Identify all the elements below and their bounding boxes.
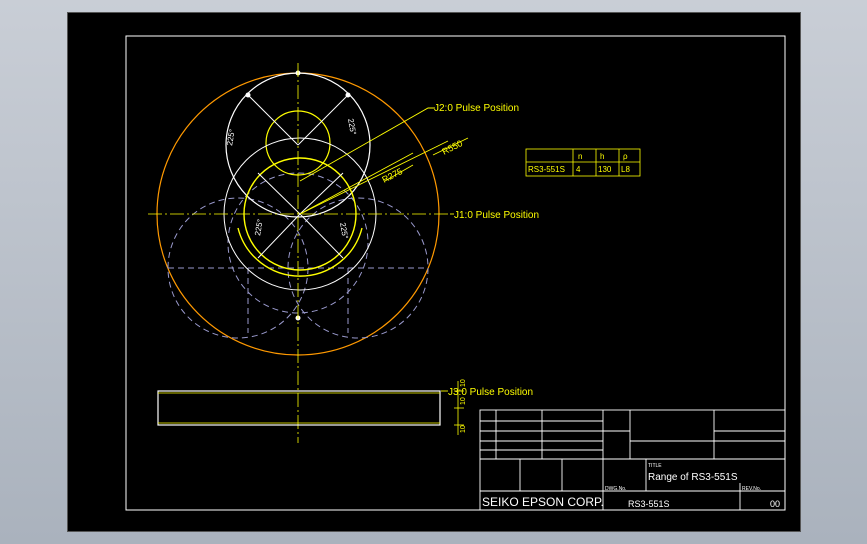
drawing-number: RS3-551S: [628, 499, 670, 509]
r550-label: R550: [440, 138, 464, 157]
spec-cell-h: 130: [598, 165, 612, 174]
spec-header-h: h: [600, 152, 604, 161]
spec-header-n: n: [578, 152, 582, 161]
spec-cell-model: RS3-551S: [528, 165, 565, 174]
spec-cell-n: 4: [576, 165, 581, 174]
drawing-canvas: J2:0 Pulse Position J1:0 Pulse Position …: [125, 35, 786, 511]
j3-pulse-label: J3:0 Pulse Position: [448, 387, 533, 398]
revision-number: 00: [770, 499, 780, 509]
j1-pulse-label: J1:0 Pulse Position: [454, 210, 539, 221]
side-dim-3: 10: [460, 425, 467, 433]
company-name: SEIKO EPSON CORP.: [482, 495, 604, 509]
angle-label-lower-right: 225°: [338, 222, 350, 240]
angle-label-upper-right: 225°: [346, 118, 358, 136]
side-dim-1: 10: [460, 379, 467, 387]
cad-viewport[interactable]: J2:0 Pulse Position J1:0 Pulse Position …: [67, 12, 801, 532]
spec-header-rho: ρ: [623, 152, 628, 161]
side-dim-2: 10: [460, 397, 467, 405]
drawing-title: Range of RS3-551S: [648, 472, 738, 483]
side-view-base: [157, 390, 441, 426]
spec-cell-rho: L8: [621, 165, 630, 174]
angle-label-upper-left: 225°: [225, 128, 237, 146]
angle-label-lower-left: 225°: [253, 218, 265, 236]
title-label: TITLE: [648, 463, 662, 469]
rev-label: REV.No.: [742, 486, 761, 492]
dwg-no-label: DWG.No.: [605, 486, 626, 492]
j2-pulse-label: J2:0 Pulse Position: [434, 103, 519, 114]
